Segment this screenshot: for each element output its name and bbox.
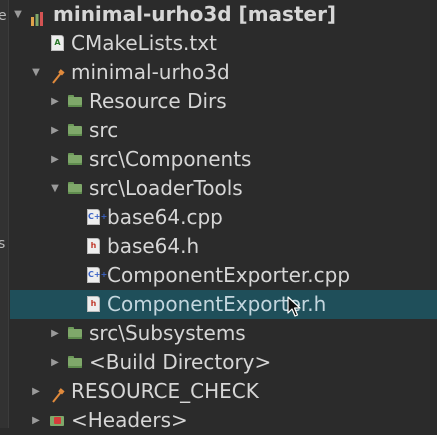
tree-item-label: <Build Directory> <box>89 350 272 374</box>
collapse-arrow-icon[interactable]: ▶ <box>50 87 60 116</box>
left-panel-text-fragment: e <box>0 8 7 24</box>
tree-item-headers[interactable]: ▶ <Headers> <box>10 406 437 435</box>
tree-item-label: src\Subsystems <box>89 321 246 345</box>
collapse-arrow-icon[interactable]: ▶ <box>50 145 60 174</box>
tree-item-label: CMakeLists.txt <box>71 31 217 55</box>
folder-icon <box>68 124 82 136</box>
tree-item-label: minimal-urho3d <box>71 60 230 84</box>
mouse-pointer-icon <box>287 296 301 323</box>
tree-item-label: src\LoaderTools <box>89 176 243 200</box>
folder-icon <box>68 356 82 368</box>
collapse-arrow-icon[interactable]: ▶ <box>50 116 60 145</box>
collapse-arrow-icon[interactable]: ▶ <box>50 348 60 377</box>
tree-item-src-subsystems[interactable]: ▶ src\Subsystems <box>10 319 437 348</box>
cmake-file-icon: A <box>51 35 64 51</box>
folder-icon <box>68 95 82 107</box>
tree-item-resource-check[interactable]: ▶ RESOURCE_CHECK <box>10 377 437 406</box>
tree-item-label: src <box>89 118 119 142</box>
project-tree: ▼ minimal-urho3d [master] A CMakeLists.t… <box>10 0 437 432</box>
project-icon <box>30 6 44 26</box>
tree-item-label: base64.h <box>107 234 200 258</box>
tree-item-target-minimal-urho3d[interactable]: ▼ minimal-urho3d <box>10 58 437 87</box>
tree-item-label: Resource Dirs <box>89 89 227 113</box>
tree-item-src-components[interactable]: ▶ src\Components <box>10 145 437 174</box>
left-panel-edge: e s <box>0 0 9 428</box>
tree-item-label: base64.cpp <box>107 205 223 229</box>
tree-item-componentexporter-cpp[interactable]: C++ ComponentExporter.cpp <box>10 261 437 290</box>
folder-icon <box>68 182 82 194</box>
collapse-arrow-icon[interactable]: ▶ <box>50 319 60 348</box>
tree-item-label: src\Components <box>89 147 252 171</box>
tree-item-resource-dirs[interactable]: ▶ Resource Dirs <box>10 87 437 116</box>
headers-folder-icon <box>50 414 64 426</box>
tree-item-componentexporter-h[interactable]: h ComponentExporter.h <box>10 290 437 319</box>
header-file-icon: h <box>87 238 100 254</box>
left-panel-text-fragment: s <box>0 236 6 252</box>
build-target-icon <box>51 64 65 84</box>
expand-arrow-icon[interactable]: ▼ <box>31 58 41 87</box>
tree-item-src-loadertools[interactable]: ▼ src\LoaderTools <box>10 174 437 203</box>
folder-icon <box>68 327 82 339</box>
expand-arrow-icon[interactable]: ▼ <box>50 174 60 203</box>
expand-arrow-icon[interactable]: ▼ <box>13 0 23 29</box>
tree-item-label: RESOURCE_CHECK <box>71 379 259 403</box>
cpp-file-icon: C++ <box>87 209 107 225</box>
tree-item-build-directory[interactable]: ▶ <Build Directory> <box>10 348 437 377</box>
collapse-arrow-icon[interactable]: ▶ <box>31 406 41 435</box>
build-target-icon <box>51 383 65 403</box>
tree-item-cmakelists[interactable]: A CMakeLists.txt <box>10 29 437 58</box>
folder-icon <box>68 153 82 165</box>
tree-item-base64-h[interactable]: h base64.h <box>10 232 437 261</box>
tree-item-label: <Headers> <box>71 408 188 432</box>
header-file-icon: h <box>87 296 100 312</box>
tree-item-label: ComponentExporter.cpp <box>107 263 351 287</box>
tree-item-project-root[interactable]: ▼ minimal-urho3d [master] <box>10 0 437 29</box>
collapse-arrow-icon[interactable]: ▶ <box>31 377 41 406</box>
tree-item-src[interactable]: ▶ src <box>10 116 437 145</box>
tree-item-base64-cpp[interactable]: C++ base64.cpp <box>10 203 437 232</box>
project-root-label: minimal-urho3d [master] <box>53 2 337 26</box>
cpp-file-icon: C++ <box>87 267 107 283</box>
